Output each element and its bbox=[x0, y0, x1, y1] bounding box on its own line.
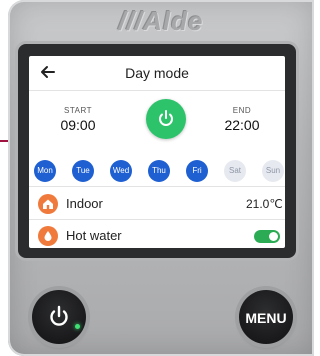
droplet-icon bbox=[44, 231, 52, 241]
day-sat[interactable]: Sat bbox=[224, 160, 246, 182]
indoor-temperature: 21.0℃ bbox=[246, 197, 283, 211]
toggle-knob bbox=[269, 232, 278, 241]
day-sun[interactable]: Sun bbox=[262, 160, 284, 182]
indoor-label: Indoor bbox=[66, 196, 103, 211]
weekday-selector: Mon Tue Wed Thu Fri Sat Sun bbox=[34, 160, 284, 182]
power-toggle-button[interactable] bbox=[146, 99, 186, 139]
menu-label: MENU bbox=[245, 310, 287, 326]
day-tue[interactable]: Tue bbox=[72, 160, 94, 182]
power-icon bbox=[50, 305, 68, 326]
end-time[interactable]: 22:00 bbox=[212, 117, 272, 133]
screen-header: Day mode bbox=[29, 56, 285, 91]
power-icon bbox=[159, 110, 173, 126]
day-mon[interactable]: Mon bbox=[34, 160, 56, 182]
display-screen: Day mode START 09:00 END 22:00 Mon Tue W… bbox=[29, 56, 285, 248]
power-knob[interactable] bbox=[32, 290, 86, 344]
day-wed[interactable]: Wed bbox=[110, 160, 132, 182]
divider bbox=[29, 186, 285, 187]
hot-water-label: Hot water bbox=[66, 228, 122, 243]
day-fri[interactable]: Fri bbox=[186, 160, 208, 182]
status-led bbox=[75, 324, 80, 329]
indoor-badge bbox=[38, 194, 58, 214]
start-label: START bbox=[64, 106, 92, 115]
brand-logo: ///Alde bbox=[118, 6, 204, 36]
menu-knob[interactable]: MENU bbox=[239, 290, 293, 344]
hot-water-toggle[interactable] bbox=[254, 230, 280, 243]
hot-water-badge bbox=[38, 226, 58, 246]
end-label: END bbox=[232, 106, 252, 115]
divider bbox=[29, 219, 285, 220]
start-time[interactable]: 09:00 bbox=[48, 117, 108, 133]
day-thu[interactable]: Thu bbox=[148, 160, 170, 182]
page-title: Day mode bbox=[125, 65, 189, 81]
house-icon bbox=[43, 199, 53, 209]
